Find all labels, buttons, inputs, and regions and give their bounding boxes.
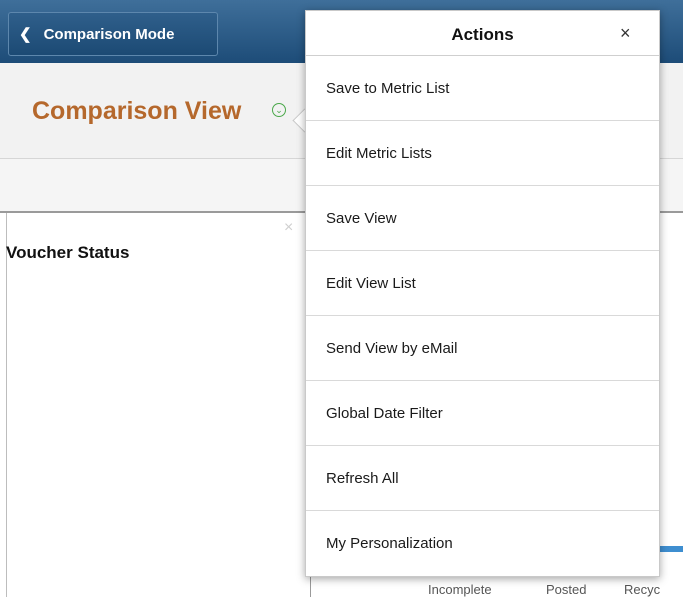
menu-item-save-to-metric-list[interactable]: Save to Metric List bbox=[306, 56, 659, 121]
close-icon[interactable]: × bbox=[620, 23, 631, 44]
menu-item-edit-metric-lists[interactable]: Edit Metric Lists bbox=[306, 121, 659, 186]
page-title: Comparison View bbox=[32, 97, 242, 125]
menu-item-edit-view-list[interactable]: Edit View List bbox=[306, 251, 659, 316]
legend-incomplete: Incomplete bbox=[428, 582, 492, 597]
comparison-mode-back-button[interactable]: ❮ Comparison Mode bbox=[8, 12, 218, 56]
section-heading: Voucher Status bbox=[6, 243, 130, 262]
legend-recycle: Recyc bbox=[624, 582, 661, 597]
chart-bar-fragment bbox=[660, 546, 683, 552]
popup-title: Actions bbox=[451, 25, 514, 44]
close-icon[interactable]: × bbox=[284, 219, 293, 237]
menu-item-send-view-by-email[interactable]: Send View by eMail bbox=[306, 316, 659, 381]
legend-posted: Posted bbox=[546, 582, 587, 597]
menu-item-my-personalization[interactable]: My Personalization bbox=[306, 511, 659, 576]
actions-popup: Actions × Save to Metric List Edit Metri… bbox=[305, 10, 660, 577]
divider bbox=[6, 213, 7, 597]
actions-menu: Save to Metric List Edit Metric Lists Sa… bbox=[306, 56, 659, 576]
chevron-down-circle-icon[interactable]: ⌄ bbox=[272, 103, 286, 117]
menu-item-refresh-all[interactable]: Refresh All bbox=[306, 446, 659, 511]
popup-header: Actions × bbox=[306, 11, 659, 56]
back-button-label: Comparison Mode bbox=[43, 25, 175, 43]
menu-item-global-date-filter[interactable]: Global Date Filter bbox=[306, 381, 659, 446]
menu-item-save-view[interactable]: Save View bbox=[306, 186, 659, 251]
chevron-left-icon: ❮ bbox=[19, 26, 32, 43]
